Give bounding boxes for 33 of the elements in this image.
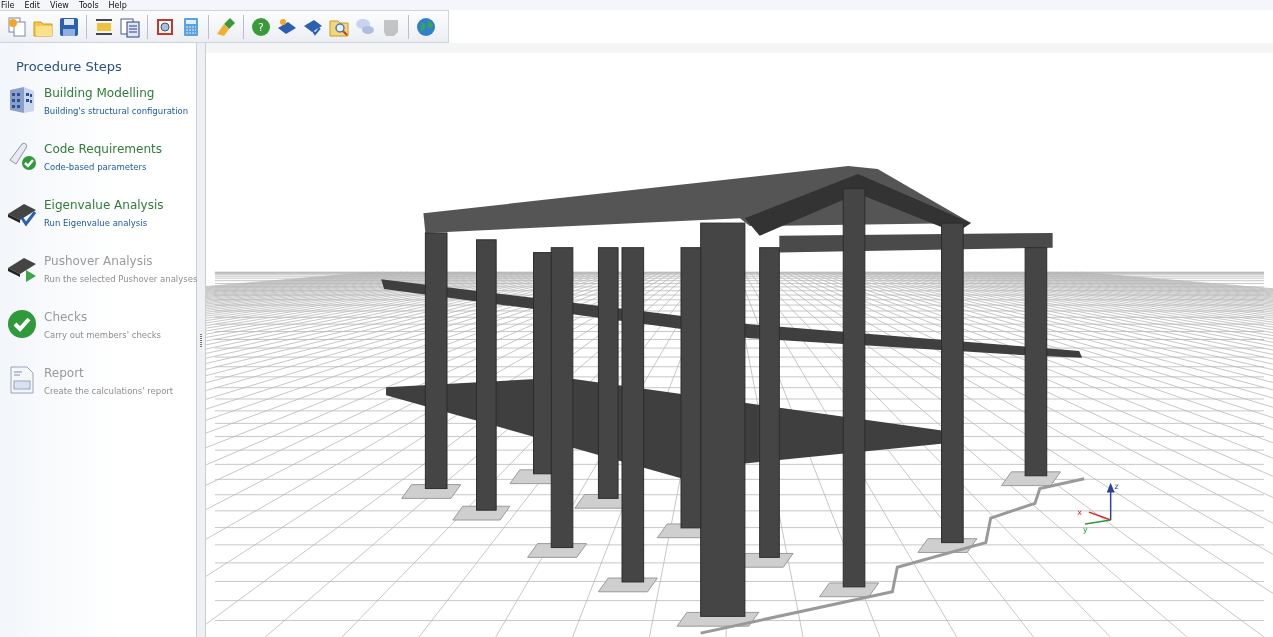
menu-item[interactable]: View	[49, 1, 69, 10]
globe-icon[interactable]	[415, 15, 437, 38]
axis-label: y	[1083, 524, 1088, 534]
step-title: Code Requirements	[44, 142, 162, 156]
document-icon[interactable]	[6, 15, 28, 38]
step-description: Run the selected Pushover analyses	[44, 274, 198, 284]
pages-icon[interactable]	[119, 15, 141, 38]
axis-triad-icon	[1084, 482, 1115, 525]
step-title: Pushover Analysis	[44, 254, 154, 268]
procedure-step[interactable]: Code Requirements Code-based parameters	[0, 138, 196, 194]
procedure-step[interactable]: Eigenvalue Analysis Run Eigenvalue analysis	[0, 194, 196, 250]
axis-label: x	[1077, 508, 1082, 518]
panel-title: Procedure Steps	[16, 59, 123, 74]
step-title: Checks	[44, 310, 89, 324]
step-description: Building's structural configuration	[44, 106, 189, 116]
check-icon	[6, 308, 38, 340]
help-icon[interactable]: ?	[250, 15, 272, 38]
step-title: Eigenvalue Analysis	[44, 198, 164, 212]
step-description: Run Eigenvalue analysis	[44, 218, 149, 228]
splitter-handle[interactable]	[197, 43, 206, 637]
step-description: Carry out members' checks	[44, 330, 162, 340]
menu-item[interactable]: File	[1, 1, 15, 10]
axis-label: z	[1114, 481, 1119, 491]
step-title: Report	[44, 366, 85, 380]
step-description: Create the calculations' report	[44, 386, 174, 396]
menu-item[interactable]: Tools	[78, 1, 99, 10]
step-description: Code-based parameters	[44, 162, 148, 172]
menu-item[interactable]: Edit	[24, 1, 40, 10]
brush-icon[interactable]	[215, 15, 237, 38]
menu-item[interactable]: Help	[108, 1, 127, 10]
step-title: Building Modelling	[44, 86, 156, 100]
save-icon[interactable]	[58, 15, 80, 38]
procedure-step[interactable]: Building Modelling Building's structural configuration	[0, 82, 196, 138]
